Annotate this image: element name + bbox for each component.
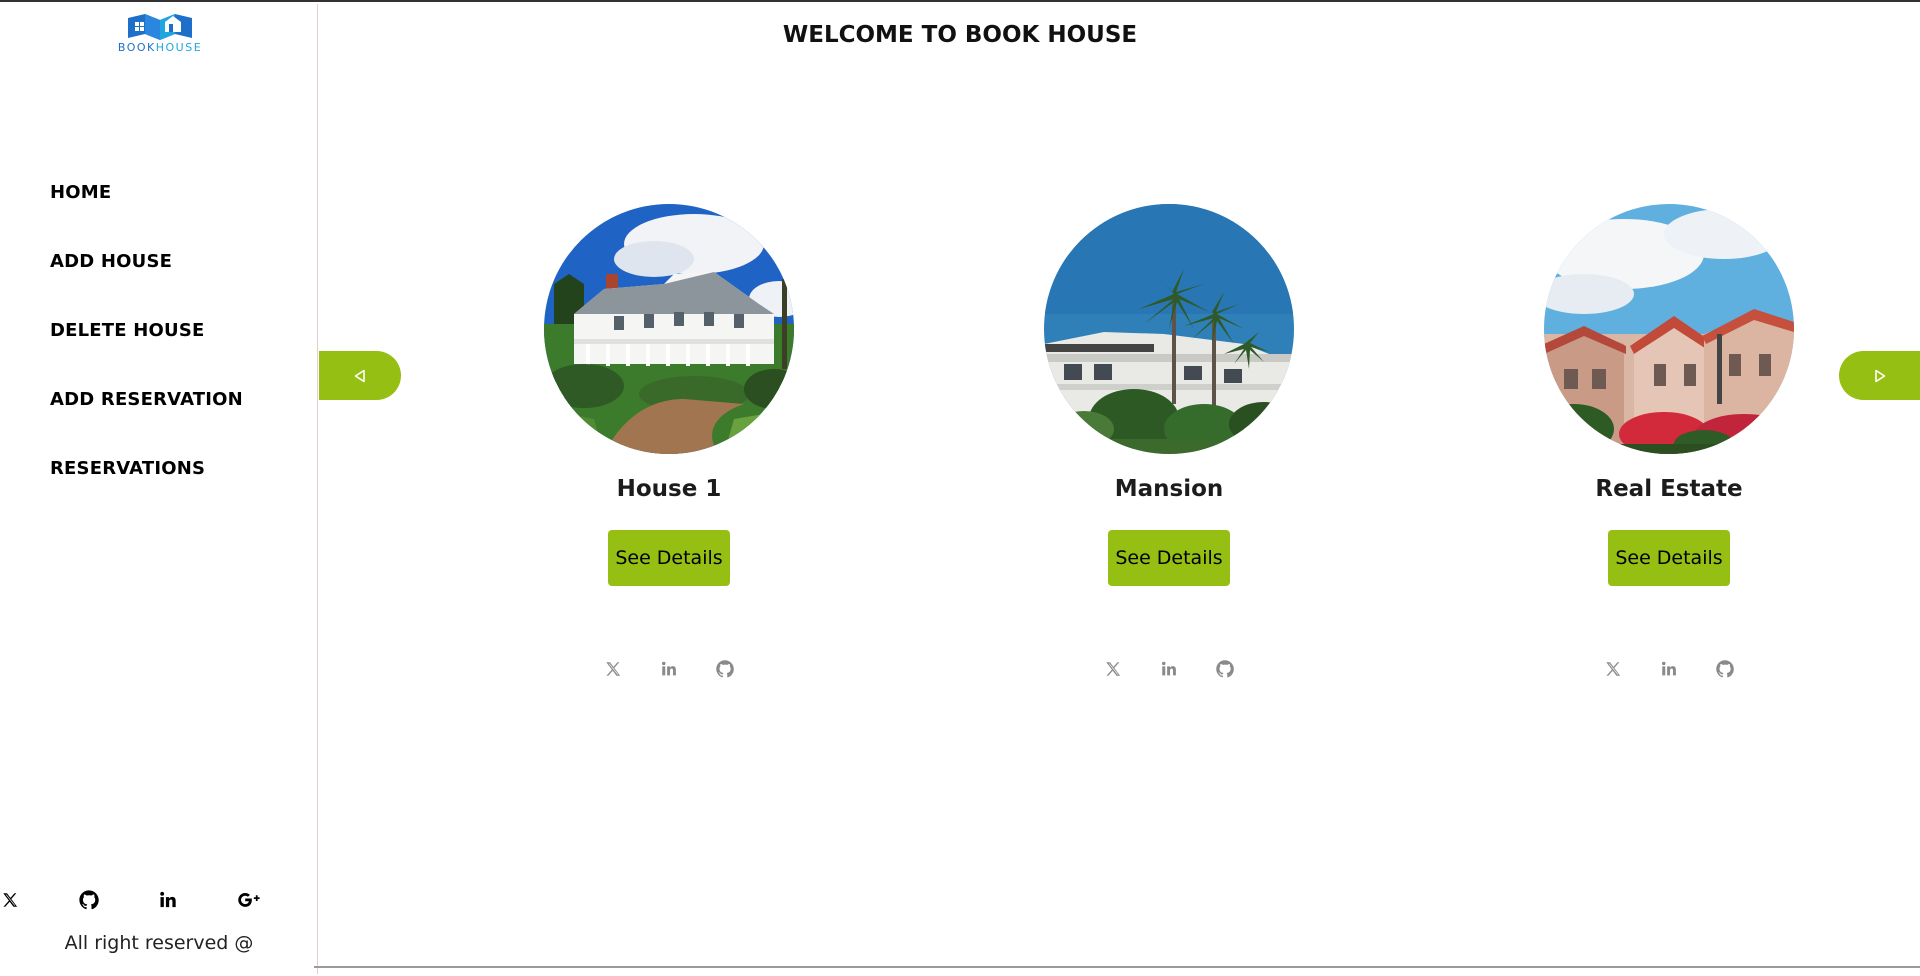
- card-social-links: [1539, 658, 1799, 680]
- carousel-next-button[interactable]: [1839, 351, 1920, 400]
- house-card: Mansion See Details: [1039, 204, 1299, 680]
- linkedin-icon[interactable]: [658, 658, 680, 680]
- google-plus-icon[interactable]: [238, 888, 262, 912]
- x-icon[interactable]: [0, 888, 22, 912]
- card-title: Mansion: [1114, 476, 1224, 502]
- card-title: House 1: [616, 476, 722, 502]
- triangle-left-icon: [354, 369, 365, 382]
- see-details-button[interactable]: See Details: [1608, 530, 1730, 586]
- logo-text: BOOKHOUSE: [93, 41, 227, 54]
- nav-item-add-house[interactable]: ADD HOUSE: [50, 251, 243, 320]
- nav-item-add-reservation[interactable]: ADD RESERVATION: [50, 389, 243, 458]
- x-icon[interactable]: [1102, 658, 1124, 680]
- triangle-right-icon: [1874, 369, 1885, 382]
- page-title: WELCOME TO BOOK HOUSE: [782, 22, 1138, 48]
- red-roof-townhouses-photo[interactable]: [1544, 204, 1794, 454]
- linkedin-icon[interactable]: [1158, 658, 1180, 680]
- github-icon[interactable]: [77, 888, 101, 912]
- book-house-logo-icon: [128, 14, 192, 40]
- sidebar-social-links: [0, 888, 318, 916]
- linkedin-icon[interactable]: [1658, 658, 1680, 680]
- logo-text-accent: HOUSE: [155, 41, 203, 54]
- see-details-button[interactable]: See Details: [1108, 530, 1230, 586]
- palm-tree-building-photo[interactable]: [1044, 204, 1294, 454]
- bottom-divider: [314, 966, 1920, 968]
- linkedin-icon[interactable]: [156, 888, 180, 912]
- x-icon[interactable]: [1602, 658, 1624, 680]
- nav-item-reservations[interactable]: RESERVATIONS: [50, 458, 243, 527]
- house-card: Real Estate See Details: [1539, 204, 1799, 680]
- see-details-button[interactable]: See Details: [608, 530, 730, 586]
- nav-item-delete-house[interactable]: DELETE HOUSE: [50, 320, 243, 389]
- white-victorian-mansion-photo[interactable]: [544, 204, 794, 454]
- github-icon[interactable]: [1214, 658, 1236, 680]
- github-icon[interactable]: [714, 658, 736, 680]
- app-window: BOOKHOUSE HOME ADD HOUSE DELETE HOUSE AD…: [0, 0, 1920, 976]
- github-icon[interactable]: [1714, 658, 1736, 680]
- card-social-links: [1039, 658, 1299, 680]
- carousel-prev-button[interactable]: [319, 351, 401, 400]
- house-card: House 1 See Details: [539, 204, 799, 680]
- sidebar-nav: HOME ADD HOUSE DELETE HOUSE ADD RESERVAT…: [50, 182, 243, 527]
- logo-text-primary: BOOK: [117, 41, 156, 54]
- card-title: Real Estate: [1595, 476, 1743, 502]
- x-icon[interactable]: [602, 658, 624, 680]
- sidebar: BOOKHOUSE HOME ADD HOUSE DELETE HOUSE AD…: [0, 4, 318, 974]
- bookhouse-logo[interactable]: BOOKHOUSE: [93, 8, 227, 58]
- card-social-links: [539, 658, 799, 680]
- nav-item-home[interactable]: HOME: [50, 182, 243, 251]
- copyright-text: All right reserved @: [64, 932, 254, 954]
